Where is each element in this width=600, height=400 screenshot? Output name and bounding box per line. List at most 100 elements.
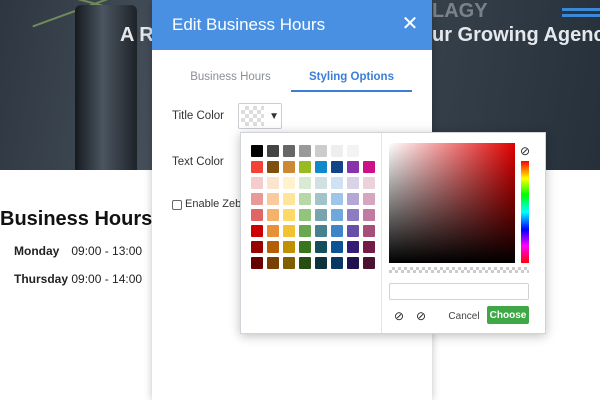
color-picker-popover: ⊘ ⊘ ⊘ Cancel Choose <box>240 132 546 334</box>
enable-zebra-label: Enable Zeb <box>185 198 242 210</box>
color-swatch[interactable] <box>331 241 343 253</box>
modal-tabs: Business Hours Styling Options <box>170 68 412 92</box>
color-swatch[interactable] <box>363 161 375 173</box>
schedule-hours: 09:00 - 13:00 <box>71 244 143 258</box>
schedule-title: Business Hours <box>0 208 153 230</box>
color-swatch[interactable] <box>283 161 295 173</box>
color-swatch[interactable] <box>299 209 311 221</box>
color-swatch[interactable] <box>315 257 327 269</box>
color-swatch[interactable] <box>315 193 327 205</box>
color-swatch[interactable] <box>283 193 295 205</box>
color-swatch[interactable] <box>331 209 343 221</box>
color-swatch[interactable] <box>347 257 359 269</box>
color-swatch[interactable] <box>315 177 327 189</box>
hero-tagline-right: ur Growing Agenc <box>432 24 600 46</box>
color-swatch[interactable] <box>251 209 263 221</box>
color-swatch[interactable] <box>267 225 279 237</box>
color-swatch[interactable] <box>299 145 311 157</box>
color-swatch[interactable] <box>267 241 279 253</box>
color-swatch[interactable] <box>267 257 279 269</box>
picker-divider <box>381 133 382 333</box>
color-swatch[interactable] <box>267 193 279 205</box>
color-swatch[interactable] <box>315 145 327 157</box>
choose-button[interactable]: Choose <box>487 306 529 324</box>
color-swatch[interactable] <box>299 225 311 237</box>
enable-zebra-checkbox[interactable] <box>172 200 182 210</box>
color-swatch[interactable] <box>299 177 311 189</box>
color-palette <box>251 145 375 269</box>
color-swatch[interactable] <box>283 241 295 253</box>
color-swatch[interactable] <box>283 177 295 189</box>
schedule-day: Monday <box>14 244 60 258</box>
color-swatch[interactable] <box>331 177 343 189</box>
color-swatch[interactable] <box>283 257 295 269</box>
color-swatch[interactable] <box>315 161 327 173</box>
color-swatch[interactable] <box>315 225 327 237</box>
color-swatch[interactable] <box>267 177 279 189</box>
color-swatch[interactable] <box>363 225 375 237</box>
color-swatch[interactable] <box>363 241 375 253</box>
hex-input[interactable] <box>389 283 529 300</box>
color-swatch[interactable] <box>267 209 279 221</box>
color-swatch[interactable] <box>347 193 359 205</box>
color-swatch[interactable] <box>251 241 263 253</box>
color-swatch[interactable] <box>363 177 375 189</box>
color-swatch[interactable] <box>251 225 263 237</box>
title-color-label: Title Color <box>172 110 224 122</box>
schedule-row: Thursday 09:00 - 14:00 <box>14 272 142 286</box>
title-color-picker-button[interactable]: ▼ <box>238 103 282 129</box>
schedule-hours: 09:00 - 14:00 <box>71 272 143 286</box>
color-swatch[interactable] <box>363 145 375 157</box>
color-swatch[interactable] <box>267 161 279 173</box>
color-swatch[interactable] <box>347 209 359 221</box>
hero-links <box>432 64 600 70</box>
hero-accent-bar <box>562 14 600 17</box>
color-swatch[interactable] <box>315 241 327 253</box>
caret-down-icon: ▼ <box>269 110 279 122</box>
color-swatch[interactable] <box>251 145 263 157</box>
cancel-button[interactable]: Cancel <box>445 307 483 325</box>
tab-styling-options[interactable]: Styling Options <box>291 68 412 92</box>
color-swatch[interactable] <box>283 145 295 157</box>
color-swatch[interactable] <box>363 193 375 205</box>
color-swatch[interactable] <box>331 193 343 205</box>
color-swatch[interactable] <box>251 177 263 189</box>
color-swatch[interactable] <box>251 257 263 269</box>
color-swatch[interactable] <box>347 177 359 189</box>
color-swatch[interactable] <box>331 145 343 157</box>
color-swatch[interactable] <box>283 209 295 221</box>
color-swatch[interactable] <box>347 241 359 253</box>
color-swatch[interactable] <box>347 225 359 237</box>
close-icon[interactable]: ✕ <box>400 14 420 34</box>
color-swatch[interactable] <box>363 209 375 221</box>
color-swatch[interactable] <box>331 161 343 173</box>
hero-tagline-left: A R <box>120 24 154 46</box>
text-color-label: Text Color <box>172 156 224 168</box>
color-swatch[interactable] <box>347 145 359 157</box>
color-swatch[interactable] <box>347 161 359 173</box>
color-swatch[interactable] <box>267 145 279 157</box>
modal-title: Edit Business Hours <box>172 15 326 34</box>
color-swatch[interactable] <box>251 193 263 205</box>
color-swatch[interactable] <box>331 225 343 237</box>
color-swatch[interactable] <box>363 257 375 269</box>
color-swatch[interactable] <box>299 193 311 205</box>
color-swatch[interactable] <box>283 225 295 237</box>
color-swatch[interactable] <box>299 241 311 253</box>
color-swatch[interactable] <box>299 161 311 173</box>
no-color-icon[interactable]: ⊘ <box>519 145 531 157</box>
schedule-day: Thursday <box>14 272 69 286</box>
color-swatch[interactable] <box>315 209 327 221</box>
hue-slider[interactable] <box>521 161 529 263</box>
color-swatch[interactable] <box>331 257 343 269</box>
alpha-slider[interactable] <box>389 267 529 273</box>
schedule-row: Monday 09:00 - 13:00 <box>14 244 142 258</box>
clear-icon[interactable]: ⊘ <box>393 310 405 322</box>
color-swatch[interactable] <box>299 257 311 269</box>
tab-business-hours[interactable]: Business Hours <box>170 68 291 92</box>
color-swatch[interactable] <box>251 161 263 173</box>
no-color-icon[interactable]: ⊘ <box>415 310 427 322</box>
saturation-area[interactable] <box>389 143 515 263</box>
transparent-swatch <box>241 106 265 126</box>
modal-header: Edit Business Hours ✕ <box>152 0 432 50</box>
